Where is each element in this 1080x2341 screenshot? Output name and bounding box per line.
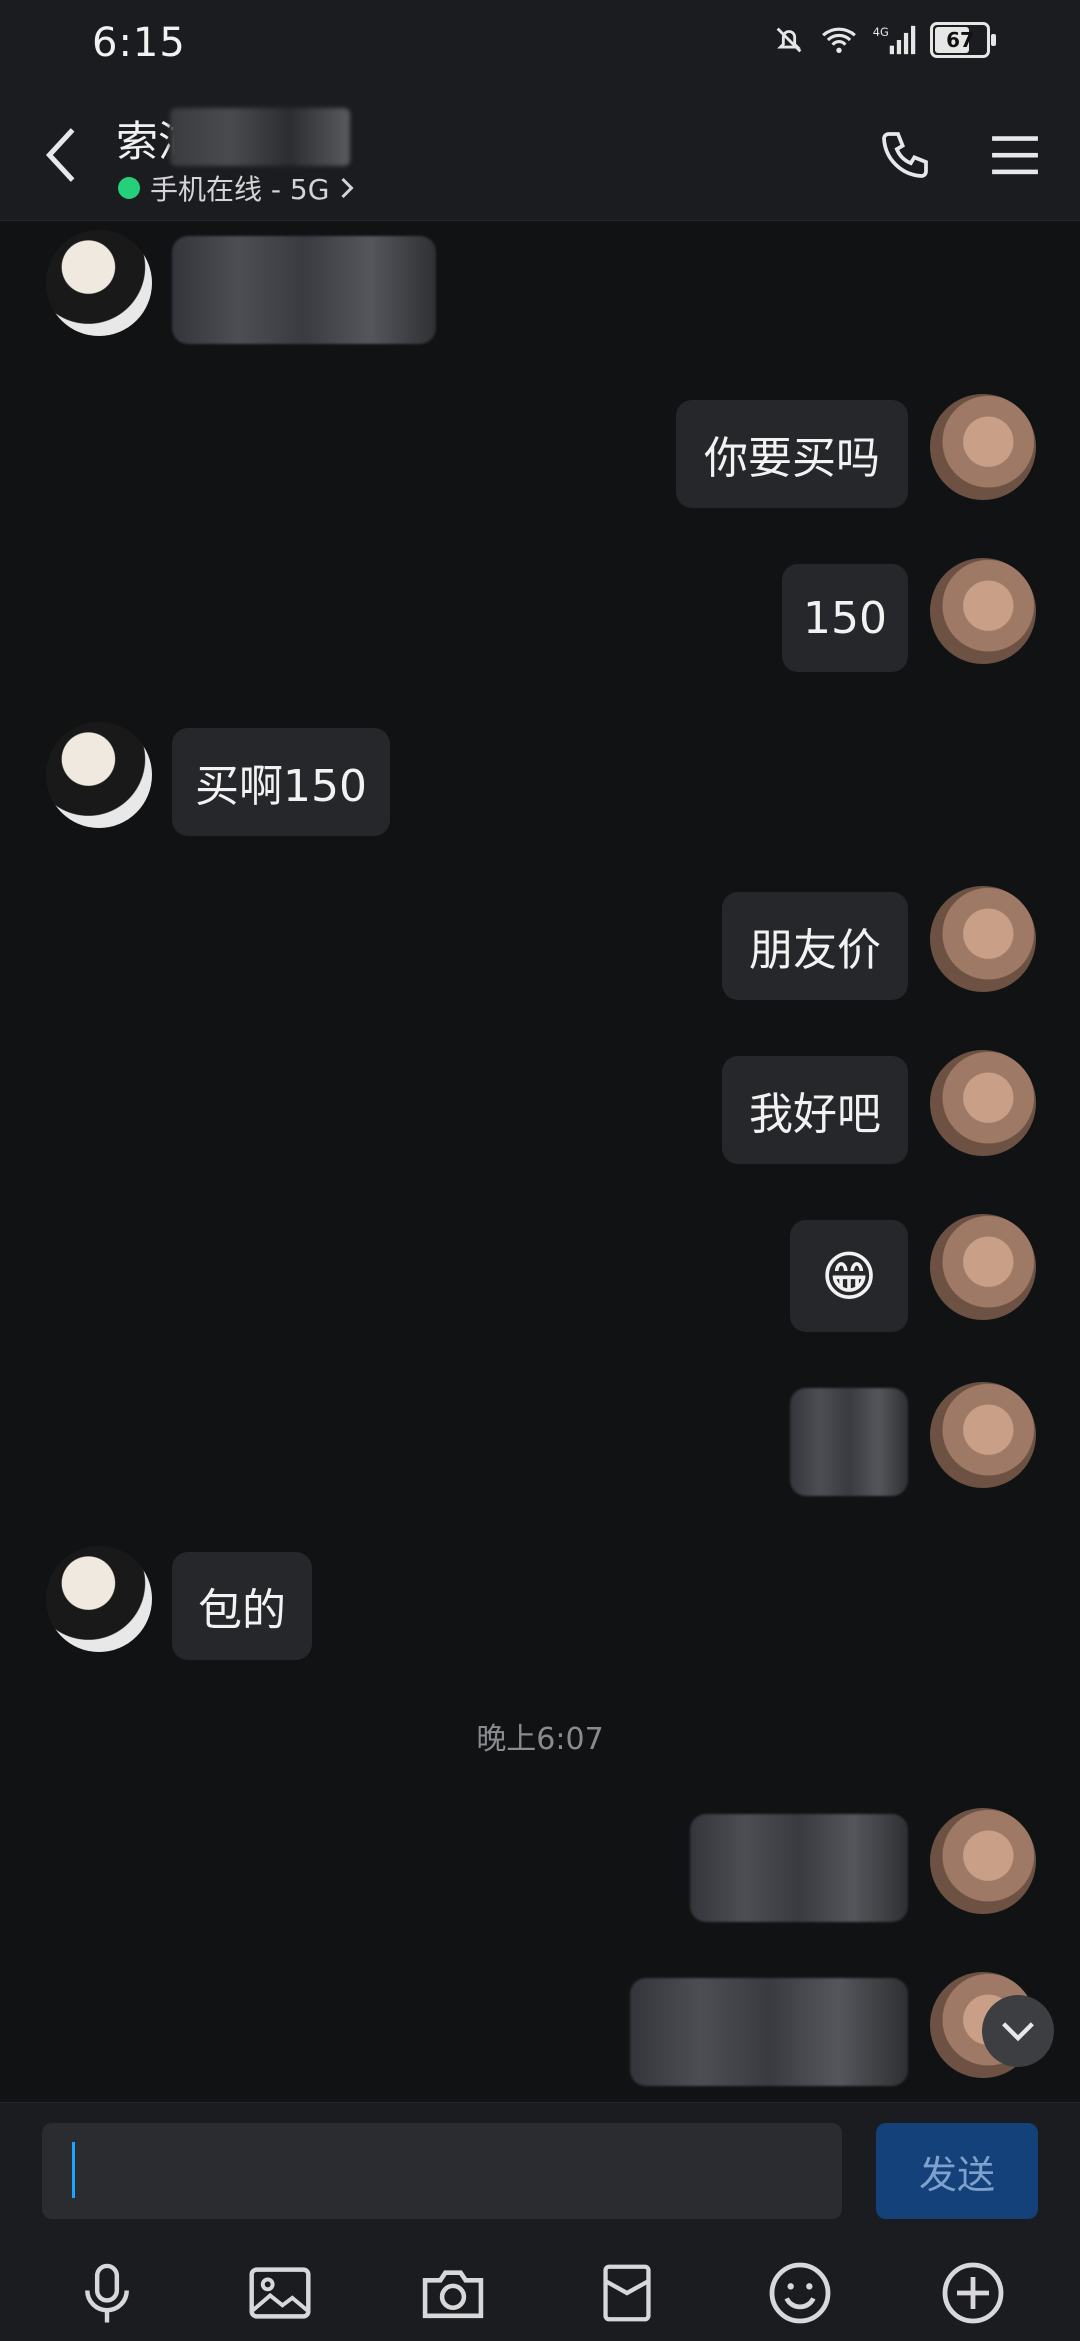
- signal-icon: 4G: [873, 25, 916, 55]
- red-packet-button[interactable]: [587, 2253, 667, 2333]
- camera-button[interactable]: [413, 2253, 493, 2333]
- message-bubble-redacted[interactable]: [690, 1814, 908, 1922]
- online-dot-icon: [118, 177, 140, 199]
- message-bubble[interactable]: 你要买吗: [676, 400, 908, 508]
- battery-level: 67: [946, 28, 974, 52]
- contact-avatar[interactable]: [46, 722, 152, 828]
- my-avatar[interactable]: [930, 1214, 1036, 1320]
- scroll-to-bottom-button[interactable]: [982, 1995, 1054, 2067]
- my-avatar[interactable]: [930, 1382, 1036, 1488]
- message-bubble-redacted[interactable]: [172, 236, 436, 344]
- chevron-right-icon: [341, 177, 355, 199]
- wifi-icon: [822, 27, 856, 53]
- image-icon: [249, 2267, 311, 2319]
- chat-header: 索沛 手机在线 - 5G: [0, 90, 1080, 221]
- back-button[interactable]: [36, 125, 86, 185]
- my-avatar[interactable]: [930, 558, 1036, 664]
- message-bubble[interactable]: 包的: [172, 1552, 312, 1660]
- image-button[interactable]: [240, 2253, 320, 2333]
- message-bubble[interactable]: 买啊150: [172, 728, 390, 836]
- redacted-name: [170, 108, 350, 166]
- mute-bell-icon: [776, 27, 802, 53]
- chevron-down-icon: [1002, 2022, 1034, 2042]
- message-bubble[interactable]: 150: [782, 564, 908, 672]
- status-icons: 4G 67: [772, 22, 996, 58]
- red-packet-icon: [603, 2264, 651, 2322]
- send-button[interactable]: 发送: [876, 2123, 1038, 2219]
- message-bubble-redacted[interactable]: [630, 1978, 908, 2086]
- emoji-message-bubble[interactable]: 😁: [790, 1220, 908, 1332]
- call-button[interactable]: [870, 120, 940, 190]
- message-bubble-redacted[interactable]: [790, 1388, 908, 1496]
- message-bubble[interactable]: 我好吧: [722, 1056, 908, 1164]
- menu-icon: [992, 136, 1038, 175]
- menu-button[interactable]: [980, 120, 1050, 190]
- my-avatar[interactable]: [930, 1050, 1036, 1156]
- message-bubble[interactable]: 朋友价: [722, 892, 908, 1000]
- contact-avatar[interactable]: [46, 230, 152, 336]
- plus-icon: [942, 2262, 1004, 2324]
- emoji-icon: [769, 2262, 831, 2324]
- status-time: 6:15: [92, 20, 186, 66]
- my-avatar[interactable]: [930, 394, 1036, 500]
- message-input[interactable]: [42, 2123, 842, 2219]
- text-cursor: [72, 2142, 75, 2198]
- composer-toolbar: [0, 2253, 1080, 2333]
- online-status-text: 手机在线 - 5G: [150, 173, 330, 206]
- composer: 发送: [0, 2102, 1080, 2341]
- contact-avatar[interactable]: [46, 1546, 152, 1652]
- status-bar: 6:15 4G 67: [0, 0, 1080, 90]
- phone-icon: [882, 132, 928, 178]
- my-avatar[interactable]: [930, 886, 1036, 992]
- emoji-button[interactable]: [760, 2253, 840, 2333]
- battery-indicator: 67: [930, 22, 996, 58]
- microphone-icon: [84, 2263, 129, 2323]
- svg-text:4G: 4G: [873, 25, 889, 39]
- camera-icon: [423, 2270, 484, 2319]
- more-button[interactable]: [933, 2253, 1013, 2333]
- message-timestamp: 晚上6:07: [476, 1722, 604, 1757]
- voice-button[interactable]: [67, 2253, 147, 2333]
- my-avatar[interactable]: [930, 1808, 1036, 1914]
- online-status[interactable]: 手机在线 - 5G: [118, 168, 355, 208]
- back-icon: [45, 128, 75, 182]
- header-actions: [870, 120, 1050, 190]
